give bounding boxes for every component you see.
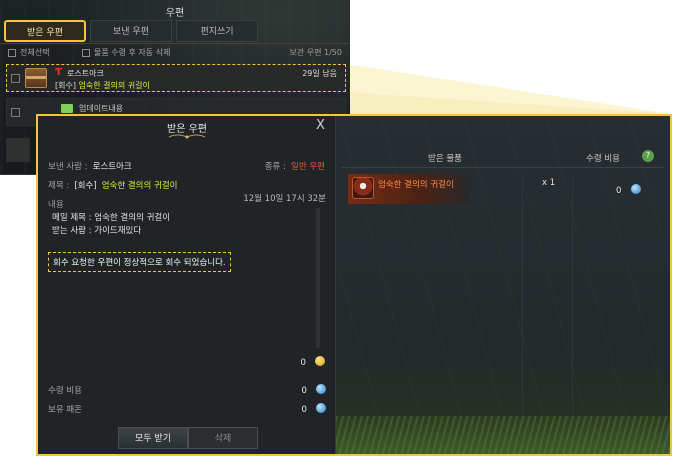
fee-amount: 0 <box>301 378 326 397</box>
select-all-checkbox[interactable] <box>8 48 16 57</box>
mail-subject: [회수] 엄숙한 결의의 귀걸이 <box>55 80 150 91</box>
item-fee: 0 <box>616 178 641 197</box>
fee-value: 0 <box>301 386 307 396</box>
mail-body: 메일 제목 : 엄숙한 결의의 귀걸이 받는 사람 : 가이드재있다 회수 요청… <box>46 208 316 348</box>
lost-ark-logo-icon: Ƭ <box>55 67 63 78</box>
mail-row-selected[interactable]: Ƭ 로스트아크 29일 남음 [회수] 엄숙한 결의의 귀걸이 <box>6 64 346 92</box>
mailbox-tabs: 받은 우편 보낸 우편 편지쓰기 <box>4 20 258 42</box>
recall-notice: 회수 요청한 우편이 정상적으로 회수 되었습니다. <box>48 252 231 272</box>
type-value: 일반 우편 <box>291 162 325 172</box>
subject-label: 제목 : <box>48 181 70 191</box>
fee-label: 수령 비용 <box>48 386 82 396</box>
mail-subject: 업데이트내용 <box>79 104 124 113</box>
sender-label: 보낸 사람 : <box>48 162 88 172</box>
type-row: 종류 : 일반 우편 <box>265 154 325 173</box>
items-header: 받은 물품 수령 비용 ? <box>342 146 664 168</box>
gold-coin-icon <box>315 355 325 366</box>
owned-pheon-row: 보유 패온 0 <box>48 397 326 416</box>
earring-item-icon <box>352 177 374 199</box>
fee-header-label: 수령 비용 <box>586 154 620 164</box>
owned-pheon-amount: 0 <box>301 397 326 416</box>
type-label: 종류 : <box>264 162 286 172</box>
pheon-icon <box>316 402 326 413</box>
mailbox-options: 전체선택 물품 수령 후 자동 삭제 보관 우편 1/50 <box>8 47 346 61</box>
body-line-subject: 메일 제목 : 엄숙한 결의의 귀걸이 <box>52 213 171 223</box>
item-row[interactable]: 엄숙한 결의의 귀걸이 x 1 0 <box>348 174 668 204</box>
tab-write-letter[interactable]: 편지쓰기 <box>176 20 258 42</box>
received-mail-dialog: 받은 우편 X 보낸 사람 : 로스트아크 종류 : 일반 우편 제목 : [회… <box>36 114 672 456</box>
attached-gold-row: 0 <box>300 350 325 369</box>
envelope-icon <box>61 104 73 113</box>
mail-subject-tag: [회수] <box>55 81 76 90</box>
received-items-pane: 받은 물품 수령 비용 ? 엄숙한 결의의 귀걸이 x 1 0 <box>336 116 670 454</box>
body-scrollbar[interactable] <box>316 208 320 348</box>
sender-row: 보낸 사람 : 로스트아크 <box>48 154 132 173</box>
item-name: 엄숙한 결의의 귀걸이 <box>378 180 454 190</box>
mail-sender: 로스트아크 <box>67 69 104 78</box>
help-icon[interactable]: ? <box>642 150 654 162</box>
sender-value: 로스트아크 <box>92 162 132 172</box>
storage-count: 보관 우편 1/50 <box>289 48 343 57</box>
item-slot[interactable]: 엄숙한 결의의 귀걸이 <box>348 174 470 204</box>
mail-checkbox[interactable] <box>11 108 20 117</box>
select-all-option[interactable]: 전체선택 <box>8 47 49 58</box>
delete-button[interactable]: 삭제 <box>188 427 258 449</box>
body-line-recipient: 받는 사람 : 가이드재있다 <box>52 226 142 236</box>
auto-delete-label: 물품 수령 후 자동 삭제 <box>94 48 171 57</box>
auto-delete-checkbox[interactable] <box>82 48 90 57</box>
stage: { "mailbox": { "title": "우편", "tabs": [ … <box>0 0 680 460</box>
subject-value: 엄숙한 결의의 귀걸이 <box>101 181 178 191</box>
mail-subject-text: 엄숙한 결의의 귀걸이 <box>78 81 150 90</box>
title-ornament-icon <box>168 134 206 139</box>
column-divider <box>572 176 573 416</box>
tab-received-mail[interactable]: 받은 우편 <box>4 20 86 42</box>
subject-row: 제목 : [회수] 엄숙한 결의의 귀걸이 <box>48 173 177 192</box>
item-fee-value: 0 <box>616 186 622 196</box>
subject-tag: [회수] <box>74 181 97 191</box>
mail-detail-pane: 받은 우편 X 보낸 사람 : 로스트아크 종류 : 일반 우편 제목 : [회… <box>38 116 336 454</box>
mail-row-partial <box>6 138 30 162</box>
background-grass <box>336 416 670 454</box>
fee-row: 수령 비용 0 <box>48 378 326 397</box>
items-header-label: 받은 물품 <box>428 154 462 164</box>
column-divider <box>522 176 523 416</box>
mailbox-title: 우편 <box>165 8 185 19</box>
tab-divider <box>0 43 350 44</box>
tab-sent-mail[interactable]: 보낸 우편 <box>90 20 172 42</box>
mail-days-left: 29일 남음 <box>302 69 337 78</box>
mail-body-text: 메일 제목 : 엄숙한 결의의 귀걸이 받는 사람 : 가이드재있다 <box>52 212 170 238</box>
owned-pheon-label: 보유 패온 <box>48 405 82 415</box>
select-all-label: 전체선택 <box>20 48 50 57</box>
treasure-chest-icon <box>25 68 47 88</box>
mail-date: 12월 10일 17시 32분 <box>243 194 326 204</box>
item-quantity: x 1 <box>542 178 556 188</box>
owned-pheon-value: 0 <box>301 405 307 415</box>
close-icon[interactable]: X <box>316 118 325 133</box>
pheon-icon <box>630 183 641 194</box>
mail-checkbox[interactable] <box>11 74 20 83</box>
gold-value: 0 <box>300 358 306 368</box>
receive-all-button[interactable]: 모두 받기 <box>118 427 188 449</box>
auto-delete-option[interactable]: 물품 수령 후 자동 삭제 <box>82 47 170 58</box>
pheon-icon <box>316 383 326 394</box>
